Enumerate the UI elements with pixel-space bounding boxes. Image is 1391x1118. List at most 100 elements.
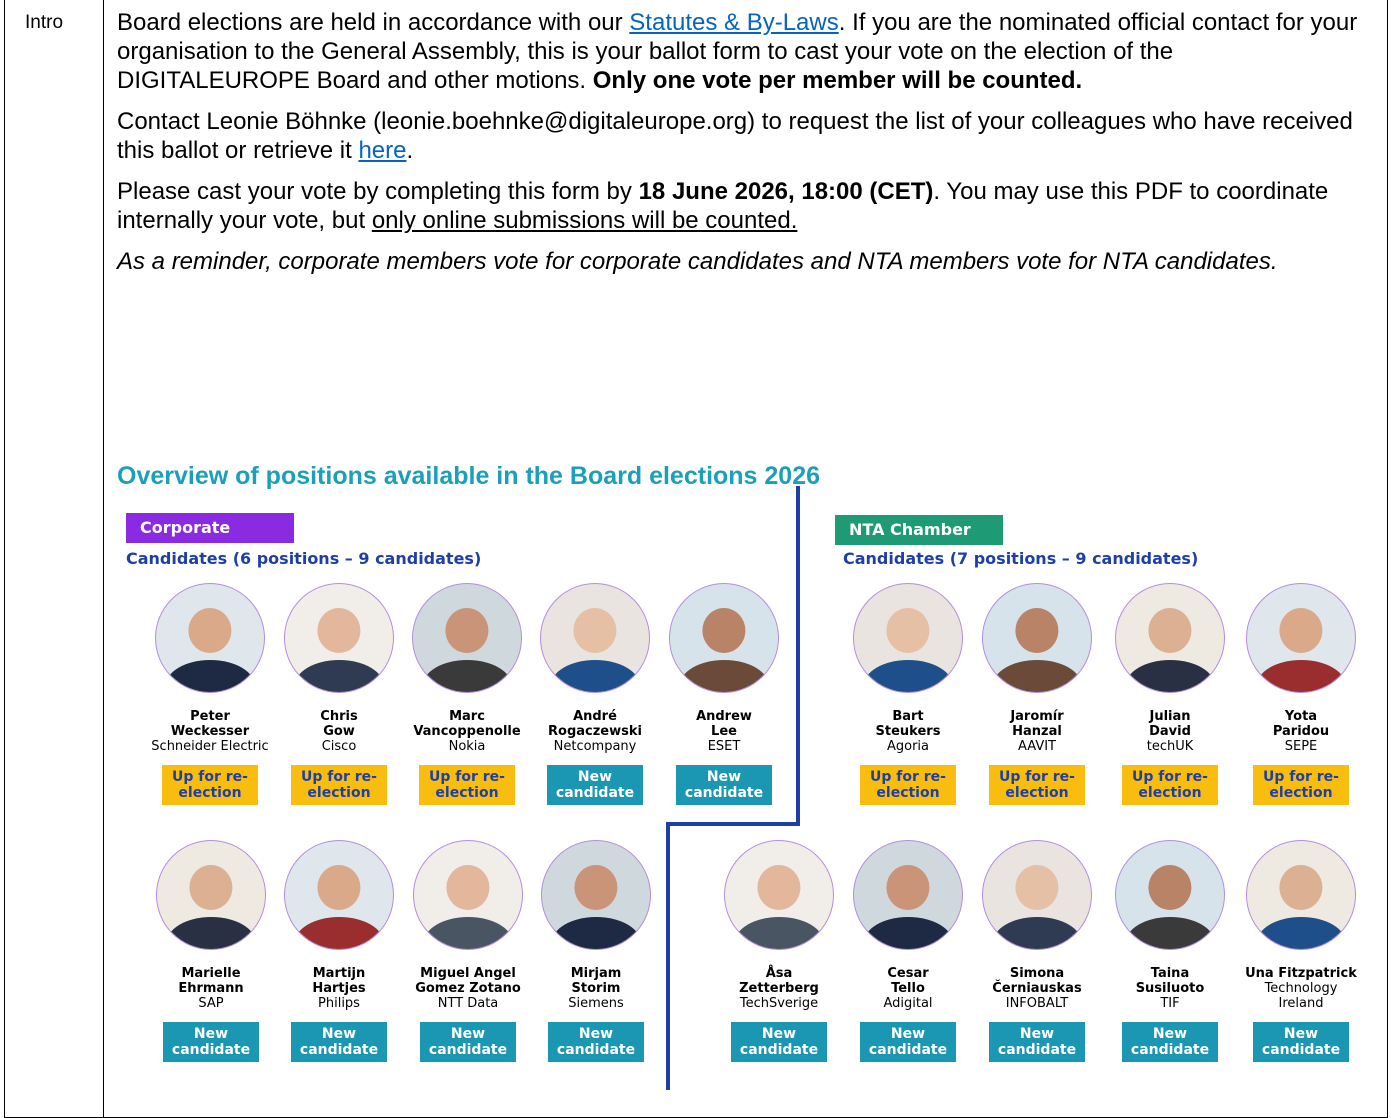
- candidate-photo: [982, 840, 1092, 950]
- intro-text: Board elections are held in accordance w…: [117, 8, 1372, 288]
- candidate-name: Cesar Tello: [887, 966, 929, 996]
- candidate-photo: [156, 840, 266, 950]
- candidate-organisation: TIF: [1160, 996, 1180, 1011]
- nta-candidates-heading: Candidates (7 positions – 9 candidates): [843, 549, 1199, 568]
- intro-text-span: Please cast your vote by completing this…: [117, 178, 639, 205]
- corporate-candidate-card: André Rogaczewski Netcompany New candidate: [533, 583, 657, 805]
- candidate-name: Martijn Hartjes: [312, 966, 366, 996]
- candidate-photo: [853, 583, 963, 693]
- candidate-name: Marielle Ehrmann: [178, 966, 244, 996]
- candidate-name: Marc Vancoppenolle: [413, 709, 521, 739]
- candidate-photo: [1246, 840, 1356, 950]
- nta-candidate-card: Jaromír Hanzal AAVIT Up for re- election: [975, 583, 1099, 805]
- corporate-candidate-card: Mirjam Storim Siemens New candidate: [534, 840, 658, 1062]
- candidate-status-badge: New candidate: [291, 1022, 387, 1062]
- candidate-organisation: ESET: [707, 739, 741, 754]
- reminder-text: As a reminder, corporate members vote fo…: [117, 248, 1278, 275]
- nta-chamber-tag: NTA Chamber: [835, 515, 1003, 545]
- candidate-name: Miguel Angel Gomez Zotano: [415, 966, 521, 996]
- candidate-name: Taina Susiluoto: [1135, 966, 1205, 996]
- candidate-organisation: TechSverige: [739, 996, 819, 1011]
- candidate-status-badge: New candidate: [548, 1022, 644, 1062]
- candidate-name: Mirjam Storim: [570, 966, 622, 996]
- candidate-name: Yota Paridou: [1272, 709, 1330, 739]
- candidate-name: Julian David: [1149, 709, 1191, 739]
- candidate-organisation: SEPE: [1284, 739, 1318, 754]
- corporate-candidate-card: Miguel Angel Gomez Zotano NTT Data New can…: [406, 840, 530, 1062]
- deadline: 18 June 2026, 18:00 (CET): [638, 178, 934, 205]
- corporate-candidate-card: Marielle Ehrmann SAP New candidate: [149, 840, 273, 1062]
- corporate-candidate-card: Martijn Hartjes Philips New candidate: [277, 840, 401, 1062]
- candidate-photo: [413, 840, 523, 950]
- statutes-link[interactable]: Statutes & By-Laws: [629, 9, 838, 36]
- online-only-notice: only online submissions will be counted.: [371, 207, 798, 234]
- intro-text-span: Board elections are held in accordance w…: [117, 9, 630, 36]
- nta-candidate-card: Julian David techUK Up for re- election: [1108, 583, 1232, 805]
- overview-title: Overview of positions available in the B…: [117, 462, 821, 490]
- intro-text-span: .: [406, 137, 414, 164]
- candidate-name: Una Fitzpatrick: [1245, 966, 1357, 981]
- candidate-photo: [853, 840, 963, 950]
- candidate-photo: [284, 840, 394, 950]
- candidate-status-badge: Up for re- election: [419, 765, 515, 805]
- candidates-infographic: Corporate Chamber Candidates (6 position…: [115, 486, 1385, 1098]
- nta-candidate-card: Una Fitzpatrick Technology Ireland New can…: [1239, 840, 1363, 1062]
- candidate-organisation: Agoria: [886, 739, 930, 754]
- corporate-candidate-card: Peter Weckesser Schneider Electric Up for …: [148, 583, 272, 805]
- candidate-photo: [412, 583, 522, 693]
- candidate-status-badge: Up for re- election: [162, 765, 258, 805]
- chamber-divider-step: [666, 822, 800, 826]
- candidate-name: Åsa Zetterberg: [739, 966, 819, 996]
- candidate-status-badge: Up for re- election: [291, 765, 387, 805]
- candidate-organisation: INFOBALT: [1005, 996, 1069, 1011]
- candidate-status-badge: New candidate: [860, 1022, 956, 1062]
- nta-candidate-card: Cesar Tello Adigital New candidate: [846, 840, 970, 1062]
- candidate-photo: [1115, 583, 1225, 693]
- one-vote-notice: Only one vote per member will be counted…: [592, 67, 1083, 94]
- candidate-organisation: Philips: [318, 996, 360, 1011]
- corporate-candidates-heading: Candidates (6 positions – 9 candidates): [126, 549, 482, 568]
- candidate-status-badge: New candidate: [989, 1022, 1085, 1062]
- chamber-divider-lower: [666, 822, 670, 1090]
- candidate-organisation: Siemens: [568, 996, 624, 1011]
- candidate-status-badge: New candidate: [420, 1022, 516, 1062]
- candidate-organisation: Netcompany: [553, 739, 637, 754]
- candidate-status-badge: New candidate: [1253, 1022, 1349, 1062]
- intro-text-span: Contact Leonie Böhnke (leonie.boehnke@di…: [117, 108, 1353, 164]
- intro-paragraph-1: Board elections are held in accordance w…: [117, 8, 1372, 95]
- here-link[interactable]: here: [358, 137, 406, 164]
- candidate-organisation: NTT Data: [437, 996, 499, 1011]
- corporate-candidate-card: Chris Gow Cisco Up for re- election: [277, 583, 401, 805]
- intro-paragraph-3: Please cast your vote by completing this…: [117, 177, 1372, 235]
- intro-paragraph-2: Contact Leonie Böhnke (leonie.boehnke@di…: [117, 107, 1372, 165]
- candidate-status-badge: Up for re- election: [860, 765, 956, 805]
- candidate-photo: [155, 583, 265, 693]
- candidate-organisation: techUK: [1146, 739, 1194, 754]
- candidate-photo: [540, 583, 650, 693]
- candidate-organisation: Schneider Electric: [151, 739, 269, 754]
- intro-paragraph-4: As a reminder, corporate members vote fo…: [117, 247, 1372, 276]
- candidate-organisation: AAVIT: [1018, 739, 1056, 754]
- candidate-status-badge: Up for re- election: [1122, 765, 1218, 805]
- chamber-divider-upper: [796, 486, 800, 826]
- corporate-candidate-card: Andrew Lee ESET New candidate: [662, 583, 786, 805]
- nta-candidate-card: Taina Susiluoto TIF New candidate: [1108, 840, 1232, 1062]
- candidate-name: André Rogaczewski: [548, 709, 642, 739]
- candidate-status-badge: New candidate: [1122, 1022, 1218, 1062]
- candidate-photo: [284, 583, 394, 693]
- candidate-organisation: Technology Ireland: [1264, 981, 1338, 1011]
- candidate-status-badge: New candidate: [547, 765, 643, 805]
- candidate-status-badge: Up for re- election: [989, 765, 1085, 805]
- corporate-candidate-card: Marc Vancoppenolle Nokia Up for re- electi…: [405, 583, 529, 805]
- candidate-organisation: SAP: [198, 996, 224, 1011]
- candidate-photo: [724, 840, 834, 950]
- candidate-photo: [1246, 583, 1356, 693]
- candidate-organisation: Nokia: [448, 739, 486, 754]
- candidate-photo: [1115, 840, 1225, 950]
- candidate-name: Andrew Lee: [696, 709, 752, 739]
- candidate-name: Simona Černiauskas: [992, 966, 1082, 996]
- corporate-chamber-tag: Corporate Chamber: [126, 513, 294, 567]
- row-label: Intro: [25, 12, 64, 33]
- nta-candidate-card: Simona Černiauskas INFOBALT New candidate: [975, 840, 1099, 1062]
- candidate-status-badge: New candidate: [163, 1022, 259, 1062]
